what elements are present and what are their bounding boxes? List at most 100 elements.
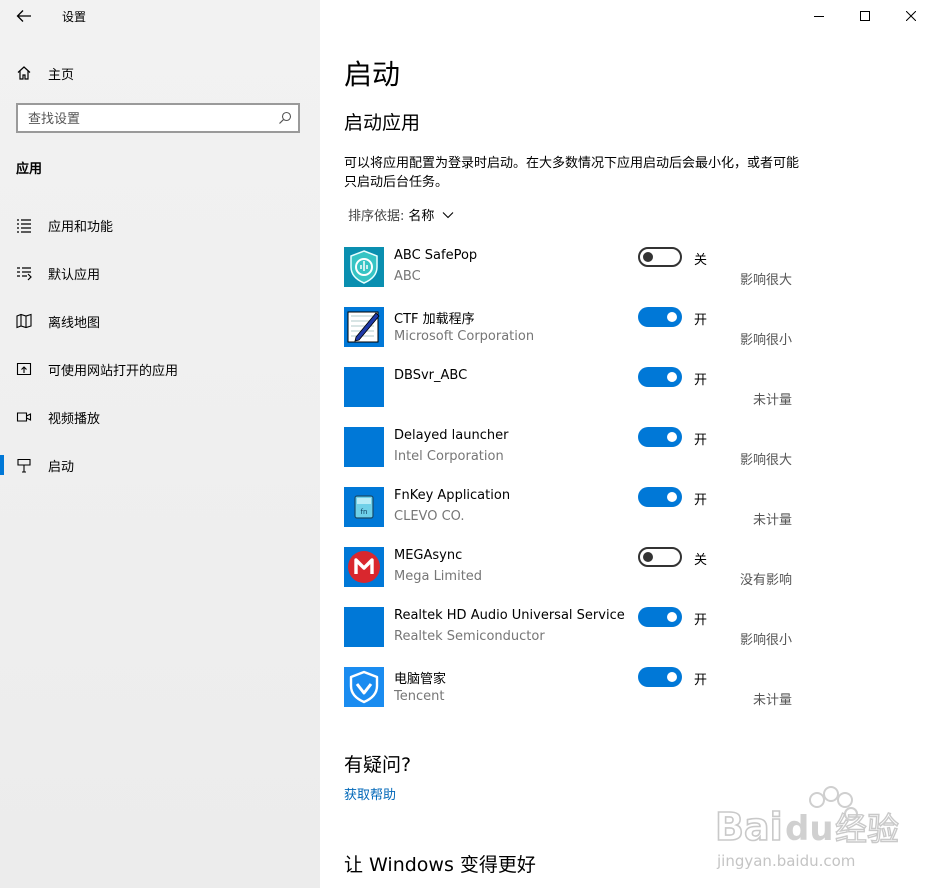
startup-impact: 影响很小 — [739, 633, 792, 648]
app-publisher: Intel Corporation — [394, 449, 504, 464]
app-name: DBSvr_ABC — [394, 368, 468, 383]
window-controls — [796, 0, 934, 32]
sidebar-item-label: 可使用网站打开的应用 — [48, 363, 179, 379]
blank-app-icon — [344, 427, 384, 467]
search-field[interactable] — [16, 103, 300, 133]
app-publisher: CLEVO CO. — [394, 509, 465, 524]
sort-value: 名称 — [408, 209, 435, 224]
startup-app-row: ABC SafePop ABC 关 影响很大 — [344, 247, 804, 307]
minimize-button[interactable] — [796, 0, 842, 32]
startup-impact: 没有影响 — [739, 573, 792, 588]
home-icon — [16, 65, 32, 81]
sort-dropdown[interactable]: 排序依据: 名称 — [348, 205, 454, 224]
svg-text:jingyan.baidu.com: jingyan.baidu.com — [716, 852, 855, 870]
section-heading: 应用 — [16, 162, 43, 177]
startup-impact: 未计量 — [752, 513, 792, 528]
close-button[interactable] — [888, 0, 934, 32]
window-title: 设置 — [62, 10, 87, 24]
startup-toggle[interactable] — [638, 367, 682, 387]
sidebar-item-home[interactable]: 主页 — [0, 58, 320, 88]
startup-app-row: 电脑管家 Tencent 开 未计量 — [344, 667, 804, 727]
search-icon[interactable] — [278, 111, 292, 125]
startup-impact: 影响很小 — [739, 333, 792, 348]
toggle-knob — [667, 432, 677, 442]
app-name: ABC SafePop — [394, 248, 478, 263]
page-title: 启动 — [344, 58, 401, 91]
sidebar-item-label: 默认应用 — [48, 267, 101, 283]
default-apps-icon — [16, 265, 32, 281]
description: 可以将应用配置为登录时启动。在大多数情况下应用启动后会最小化，或者可能只启动后台… — [344, 156, 800, 190]
pen-notepad-icon — [344, 307, 384, 347]
app-publisher: Mega Limited — [394, 569, 483, 584]
svg-text:经验: 经验 — [835, 810, 899, 848]
sidebar-item-video-playback[interactable]: 视频播放 — [0, 399, 320, 435]
sidebar-home-label: 主页 — [48, 67, 75, 83]
open-website-icon — [16, 361, 32, 377]
sidebar-item-apps-features[interactable]: 应用和功能 — [0, 207, 320, 243]
app-publisher: Tencent — [394, 689, 445, 704]
search-input[interactable] — [18, 105, 280, 133]
toggle-state: 开 — [694, 673, 708, 688]
startup-toggle[interactable] — [638, 427, 682, 447]
blank-app-icon — [344, 367, 384, 407]
startup-toggle[interactable] — [638, 547, 682, 567]
titlebar-left: 设置 — [0, 0, 320, 32]
map-icon — [16, 313, 32, 329]
sidebar-item-apps-for-websites[interactable]: 可使用网站打开的应用 — [0, 351, 320, 387]
startup-impact: 影响很大 — [739, 273, 792, 288]
fn-key-icon: fn — [344, 487, 384, 527]
maximize-button[interactable] — [842, 0, 888, 32]
sort-label: 排序依据: — [348, 209, 405, 224]
selection-indicator — [0, 455, 4, 475]
toggle-state: 开 — [694, 433, 708, 448]
sidebar-item-startup[interactable]: 启动 — [0, 447, 320, 483]
app-name: MEGAsync — [394, 548, 463, 563]
toggle-state: 关 — [694, 253, 708, 268]
startup-app-row: Delayed launcher Intel Corporation 开 影响很… — [344, 427, 804, 487]
sidebar: 设置 主页 应用 应用和功能 默认应用 — [0, 0, 320, 888]
improve-windows-heading: 让 Windows 变得更好 — [344, 854, 536, 876]
back-button[interactable] — [8, 2, 40, 30]
startup-toggle[interactable] — [638, 487, 682, 507]
minimize-icon — [814, 16, 824, 17]
sidebar-item-offline-maps[interactable]: 离线地图 — [0, 303, 320, 339]
video-icon — [16, 409, 32, 425]
shield-app-icon — [344, 247, 384, 287]
maximize-icon — [860, 11, 870, 21]
startup-app-row: CTF 加载程序 Microsoft Corporation 开 影响很小 — [344, 307, 804, 367]
startup-impact: 影响很大 — [739, 453, 792, 468]
svg-text:Bai: Bai — [715, 805, 783, 849]
toggle-state: 开 — [694, 613, 708, 628]
startup-app-row: MEGAsync Mega Limited 关 没有影响 — [344, 547, 804, 607]
app-name: FnKey Application — [394, 488, 511, 503]
toggle-knob — [667, 672, 677, 682]
svg-text:du: du — [785, 809, 834, 849]
list-icon — [16, 217, 32, 233]
baidu-watermark-logo: Bai du 经验 jingyan.baidu.com — [715, 786, 900, 870]
app-name: CTF 加载程序 — [394, 312, 475, 327]
mega-icon — [344, 547, 384, 587]
startup-toggle[interactable] — [638, 307, 682, 327]
startup-app-row: fn FnKey Application CLEVO CO. 开 未计量 — [344, 487, 804, 547]
startup-toggle[interactable] — [638, 607, 682, 627]
help-heading: 有疑问? — [344, 754, 412, 776]
app-publisher: Microsoft Corporation — [394, 329, 535, 344]
section-subtitle: 启动应用 — [344, 112, 421, 134]
startup-app-row: DBSvr_ABC 开 未计量 — [344, 367, 804, 427]
startup-toggle[interactable] — [638, 667, 682, 687]
startup-impact: 未计量 — [752, 393, 792, 408]
toggle-knob — [643, 252, 653, 262]
toggle-knob — [667, 372, 677, 382]
app-publisher: Realtek Semiconductor — [394, 629, 545, 644]
app-name: 电脑管家 — [394, 672, 447, 687]
sidebar-item-label: 视频播放 — [48, 411, 101, 427]
get-help-link[interactable]: 获取帮助 — [344, 784, 396, 803]
toggle-knob — [643, 552, 653, 562]
toggle-state: 开 — [694, 313, 708, 328]
toggle-state: 关 — [694, 553, 708, 568]
app-name: Delayed launcher — [394, 428, 509, 443]
sidebar-item-label: 离线地图 — [48, 315, 101, 331]
sidebar-item-default-apps[interactable]: 默认应用 — [0, 255, 320, 291]
startup-impact: 未计量 — [752, 693, 792, 708]
startup-toggle[interactable] — [638, 247, 682, 267]
